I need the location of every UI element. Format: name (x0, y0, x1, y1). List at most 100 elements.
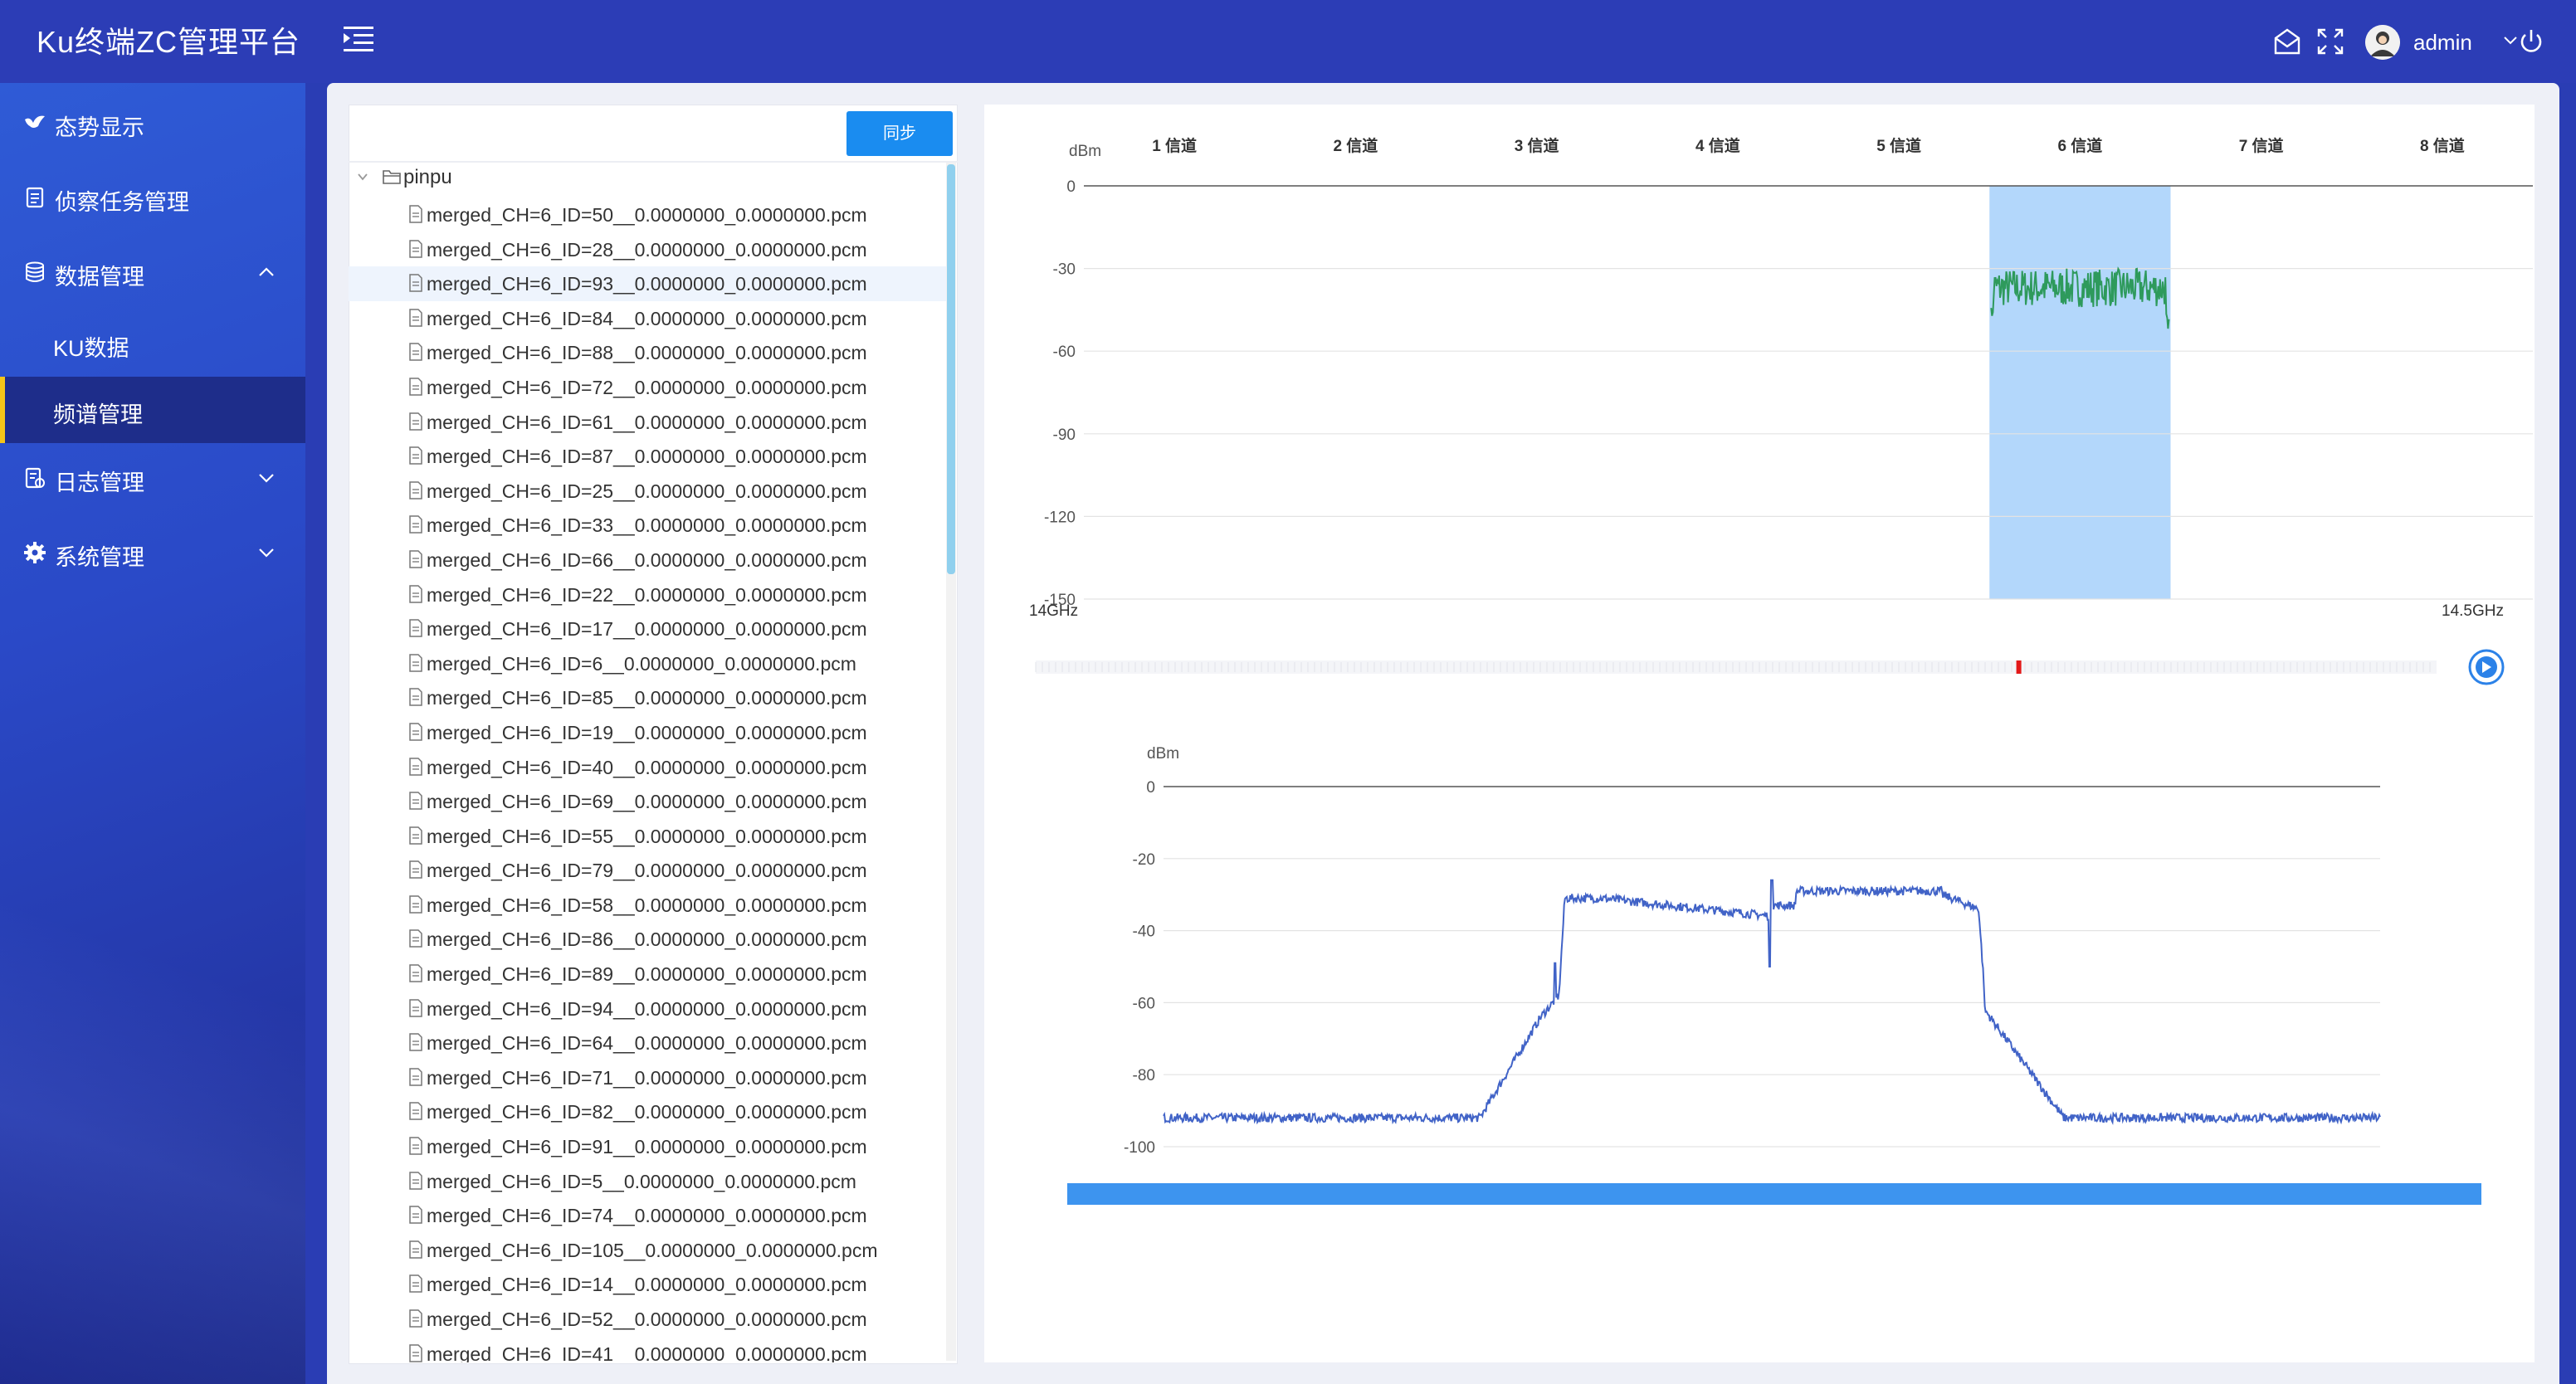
file-item[interactable]: merged_CH=6_ID=69__0.0000000_0.0000000.p… (349, 784, 946, 819)
file-item[interactable]: merged_CH=6_ID=41__0.0000000_0.0000000.p… (349, 1337, 946, 1362)
file-item[interactable]: merged_CH=6_ID=64__0.0000000_0.0000000.p… (349, 1026, 946, 1060)
file-panel-divider (349, 161, 958, 163)
file-item[interactable]: merged_CH=6_ID=28__0.0000000_0.0000000.p… (349, 232, 946, 267)
chevron-up-icon (259, 267, 274, 276)
file-item[interactable]: merged_CH=6_ID=14__0.0000000_0.0000000.p… (349, 1267, 946, 1302)
file-name: merged_CH=6_ID=52__0.0000000_0.0000000.p… (427, 1308, 867, 1330)
sidebar-item-task[interactable]: 侦察任务管理 (0, 164, 305, 231)
top-y-tick-label: 0 (1066, 178, 1076, 196)
file-item[interactable]: merged_CH=6_ID=105__0.0000000_0.0000000.… (349, 1233, 946, 1268)
file-icon (409, 964, 422, 982)
file-name: merged_CH=6_ID=94__0.0000000_0.0000000.p… (427, 997, 867, 1020)
file-name: merged_CH=6_ID=40__0.0000000_0.0000000.p… (427, 756, 867, 778)
file-item[interactable]: merged_CH=6_ID=66__0.0000000_0.0000000.p… (349, 543, 946, 577)
file-item[interactable]: merged_CH=6_ID=87__0.0000000_0.0000000.p… (349, 439, 946, 474)
chart-panel: dBm 0 -30 -60 -90 -120 -150 1 信道 2 信道 3 信道 4 信道 5 … (984, 105, 2535, 1362)
file-icon (409, 895, 422, 914)
file-item[interactable]: merged_CH=6_ID=85__0.0000000_0.0000000.p… (349, 680, 946, 715)
file-icon (409, 343, 422, 362)
file-name: merged_CH=6_ID=33__0.0000000_0.0000000.p… (427, 514, 867, 537)
sidebar-item-log[interactable]: 日志管理 (0, 445, 305, 511)
file-item[interactable]: merged_CH=6_ID=91__0.0000000_0.0000000.p… (349, 1129, 946, 1164)
avatar[interactable] (2365, 25, 2400, 60)
file-item[interactable]: merged_CH=6_ID=40__0.0000000_0.0000000.p… (349, 750, 946, 785)
sidebar-item-situation[interactable]: 态势显示 (0, 90, 305, 156)
sidebar-subitem-label: KU数据 (53, 336, 129, 361)
channel-label: 8 信道 (2420, 136, 2465, 155)
file-item[interactable]: merged_CH=6_ID=72__0.0000000_0.0000000.p… (349, 370, 946, 405)
bird-icon (25, 115, 45, 128)
sidebar-item-system[interactable]: 系统管理 (0, 519, 305, 586)
file-icon (409, 653, 422, 672)
file-item[interactable]: merged_CH=6_ID=82__0.0000000_0.0000000.p… (349, 1094, 946, 1129)
file-item[interactable]: merged_CH=6_ID=55__0.0000000_0.0000000.p… (349, 819, 946, 854)
file-name: merged_CH=6_ID=61__0.0000000_0.0000000.p… (427, 411, 867, 433)
file-icon (409, 1206, 422, 1224)
sync-button[interactable]: 同步 (846, 111, 953, 156)
file-item[interactable]: merged_CH=6_ID=94__0.0000000_0.0000000.p… (349, 992, 946, 1026)
file-item[interactable]: merged_CH=6_ID=74__0.0000000_0.0000000.p… (349, 1198, 946, 1233)
file-item[interactable]: merged_CH=6_ID=50__0.0000000_0.0000000.p… (349, 197, 946, 232)
file-item[interactable]: merged_CH=6_ID=19__0.0000000_0.0000000.p… (349, 715, 946, 750)
username[interactable]: admin (2413, 30, 2472, 56)
sidebar-item-label: 日志管理 (55, 470, 144, 495)
file-item[interactable]: merged_CH=6_ID=61__0.0000000_0.0000000.p… (349, 405, 946, 440)
file-item[interactable]: merged_CH=6_ID=25__0.0000000_0.0000000.p… (349, 474, 946, 509)
file-item[interactable]: merged_CH=6_ID=71__0.0000000_0.0000000.p… (349, 1060, 946, 1095)
sidebar-decoration (0, 803, 305, 1384)
message-icon[interactable] (2272, 27, 2302, 56)
file-item[interactable]: merged_CH=6_ID=58__0.0000000_0.0000000.p… (349, 888, 946, 923)
file-icon (409, 826, 422, 845)
top-chart: 0-30-60-90-120-1501 信道 2 信道 3 信道 4 信道 5 信道 6 … (1044, 136, 2533, 609)
file-icon (409, 584, 422, 603)
bottom-y-tick-label: -20 (1133, 851, 1155, 869)
chevron-down-icon (259, 474, 274, 483)
file-icon (409, 1343, 422, 1362)
file-name: merged_CH=6_ID=55__0.0000000_0.0000000.p… (427, 825, 867, 847)
file-item[interactable]: merged_CH=6_ID=52__0.0000000_0.0000000.p… (349, 1302, 946, 1337)
file-item[interactable]: merged_CH=6_ID=88__0.0000000_0.0000000.p… (349, 335, 946, 370)
document-icon (26, 187, 44, 208)
bottom-y-tick-label: -60 (1133, 995, 1155, 1012)
file-item[interactable]: merged_CH=6_ID=86__0.0000000_0.0000000.p… (349, 922, 946, 957)
file-item[interactable]: merged_CH=6_ID=5__0.0000000_0.0000000.pc… (349, 1164, 946, 1199)
power-icon[interactable] (2516, 27, 2546, 56)
file-item[interactable]: merged_CH=6_ID=93__0.0000000_0.0000000.p… (349, 266, 946, 301)
file-name: merged_CH=6_ID=28__0.0000000_0.0000000.p… (427, 238, 867, 261)
file-name: merged_CH=6_ID=50__0.0000000_0.0000000.p… (427, 204, 867, 226)
channel-label: 4 信道 (1695, 136, 1740, 155)
channel-label: 2 信道 (1333, 136, 1378, 155)
file-item[interactable]: merged_CH=6_ID=79__0.0000000_0.0000000.p… (349, 853, 946, 888)
file-icon (409, 1033, 422, 1051)
menu-fold-icon[interactable] (344, 25, 375, 53)
file-icon (409, 1068, 422, 1086)
file-item[interactable]: merged_CH=6_ID=6__0.0000000_0.0000000.pc… (349, 646, 946, 681)
user-avatar-icon (2365, 25, 2400, 60)
channel-label: 6 信道 (2057, 136, 2102, 155)
top-y-tick-label: -90 (1053, 426, 1076, 444)
file-icon (409, 998, 422, 1017)
file-name: merged_CH=6_ID=22__0.0000000_0.0000000.p… (427, 583, 867, 606)
file-name: merged_CH=6_ID=58__0.0000000_0.0000000.p… (427, 894, 867, 916)
file-name: merged_CH=6_ID=82__0.0000000_0.0000000.p… (427, 1101, 867, 1123)
file-name: merged_CH=6_ID=66__0.0000000_0.0000000.p… (427, 548, 867, 571)
file-item[interactable]: merged_CH=6_ID=33__0.0000000_0.0000000.p… (349, 508, 946, 543)
play-button[interactable] (2468, 649, 2505, 685)
file-item[interactable]: merged_CH=6_ID=84__0.0000000_0.0000000.p… (349, 301, 946, 336)
bottom-chart: 0 -20 -40 -60 -80 -100 (1124, 779, 2381, 1157)
file-icon (409, 378, 422, 396)
top-y-tick-label: -30 (1053, 261, 1076, 279)
fullscreen-icon[interactable] (2315, 27, 2345, 56)
sidebar-subitem-ku-data[interactable]: KU数据 (0, 310, 305, 377)
file-icon (409, 619, 422, 637)
file-item[interactable]: merged_CH=6_ID=22__0.0000000_0.0000000.p… (349, 577, 946, 612)
sidebar-item-data[interactable]: 数据管理 (0, 239, 305, 305)
scrollbar-thumb[interactable] (947, 164, 955, 574)
database-icon (26, 261, 44, 282)
caret-down-icon[interactable] (357, 171, 368, 183)
top-chart-x-end-label: 14.5GHz (2442, 602, 2504, 620)
timeline-strip[interactable] (1035, 660, 2437, 674)
file-item[interactable]: merged_CH=6_ID=89__0.0000000_0.0000000.p… (349, 957, 946, 992)
file-item[interactable]: merged_CH=6_ID=17__0.0000000_0.0000000.p… (349, 612, 946, 646)
sidebar-subitem-spectrum[interactable]: 频谱管理 (0, 377, 305, 443)
